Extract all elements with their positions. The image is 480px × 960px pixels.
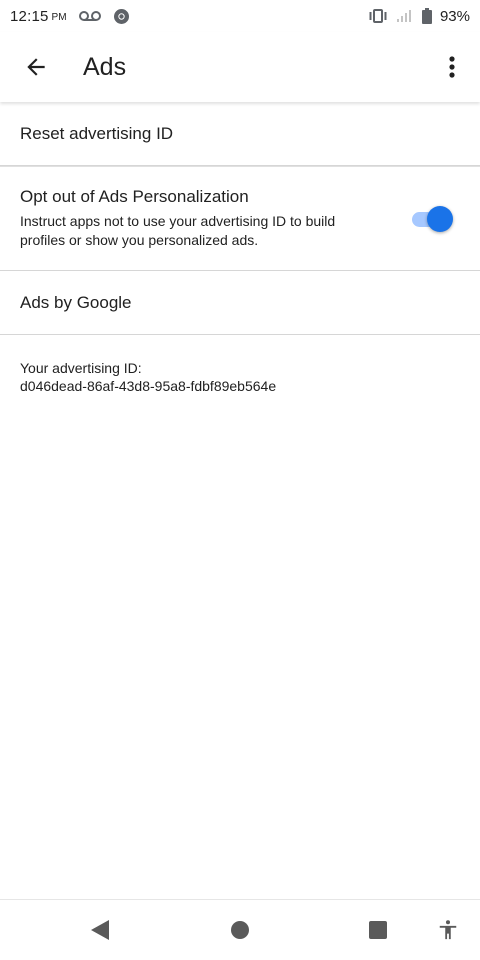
opt-out-title: Opt out of Ads Personalization	[20, 187, 249, 206]
ads-by-google-item[interactable]: Ads by Google	[0, 271, 480, 335]
page-title: Ads	[83, 52, 127, 81]
nav-recents-button[interactable]	[358, 910, 398, 950]
arrow-back-icon	[27, 58, 45, 76]
recents-square-icon	[369, 921, 387, 939]
more-vert-icon	[449, 56, 455, 78]
back-triangle-icon	[91, 920, 109, 940]
status-right: 93%	[368, 8, 470, 25]
status-bar: 12:15 PM 93%	[0, 0, 480, 32]
advertising-id-block: Your advertising ID: d046dead-86af-43d8-…	[0, 335, 480, 395]
chrome-icon	[113, 8, 130, 25]
nav-accessibility-button[interactable]	[428, 910, 468, 950]
back-button[interactable]	[8, 39, 64, 95]
opt-out-personalization-item[interactable]: Opt out of Ads Personalization Instruct …	[0, 166, 480, 271]
screen: 12:15 PM 93% Ads Reset advertising ID Op…	[0, 0, 480, 960]
status-time: 12:15	[10, 7, 49, 25]
ads-by-google-label: Ads by Google	[20, 292, 132, 312]
settings-list: Reset advertising ID Opt out of Ads Pers…	[0, 102, 480, 395]
navigation-bar	[0, 899, 480, 960]
vibrate-icon	[368, 9, 388, 23]
advertising-id-label: Your advertising ID:	[20, 360, 142, 376]
home-circle-icon	[231, 921, 249, 939]
signal-icon	[396, 9, 414, 23]
accessibility-icon	[439, 920, 457, 940]
opt-out-text: Opt out of Ads Personalization Instruct …	[20, 187, 408, 250]
toggle-thumb	[427, 205, 453, 232]
voicemail-icon	[78, 10, 101, 22]
more-options-button[interactable]	[432, 39, 472, 95]
battery-icon	[421, 8, 432, 24]
reset-advertising-id-item[interactable]: Reset advertising ID	[0, 102, 480, 166]
status-ampm: PM	[51, 12, 67, 23]
status-left: 12:15 PM	[10, 8, 130, 25]
opt-out-description: Instruct apps not to use your advertisin…	[20, 213, 336, 248]
reset-advertising-id-label: Reset advertising ID	[20, 123, 174, 143]
nav-home-button[interactable]	[220, 910, 260, 950]
battery-percent: 93%	[439, 7, 470, 25]
app-bar: Ads	[0, 32, 480, 102]
opt-out-toggle[interactable]	[408, 204, 456, 234]
nav-back-button[interactable]	[80, 910, 120, 950]
advertising-id-value: d046dead-86af-43d8-95a8-fdbf89eb564e	[20, 378, 277, 394]
